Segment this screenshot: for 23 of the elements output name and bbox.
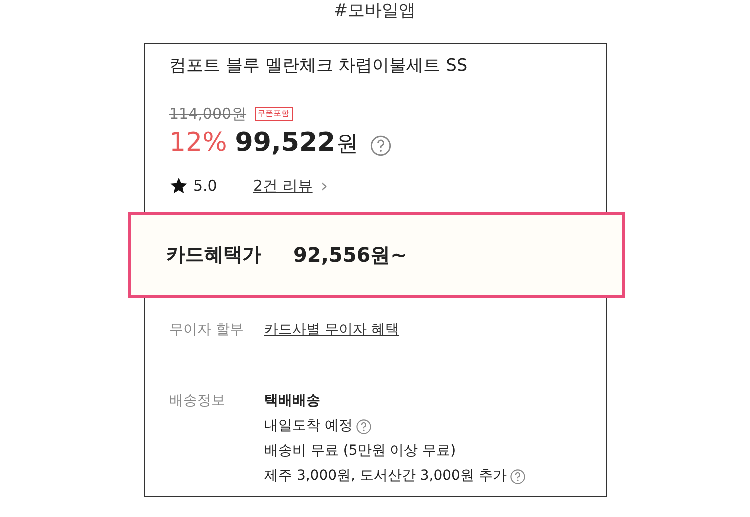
card-benefit-label: 카드혜택가 bbox=[166, 243, 262, 268]
help-icon[interactable] bbox=[370, 135, 392, 157]
star-icon bbox=[170, 177, 188, 195]
original-price: 114,000원 bbox=[170, 104, 247, 124]
delivery-info-text: 택배배송 bbox=[264, 392, 320, 411]
installment-link[interactable]: 카드사별 무이자 혜택 bbox=[264, 318, 400, 343]
installment-label: 무이자 할부 bbox=[170, 321, 245, 340]
delivery-info-text: 배송비 무료 (5만원 이상 무료) bbox=[264, 442, 456, 461]
rating-score: 5.0 bbox=[194, 177, 218, 195]
card-benefit-price: 92,556원~ bbox=[294, 242, 408, 268]
page-title: #모바일앱 bbox=[334, 0, 416, 23]
help-icon[interactable] bbox=[510, 468, 526, 484]
delivery-label: 배송정보 bbox=[170, 392, 226, 411]
delivery-info-text: 내일도착 예정 bbox=[264, 417, 353, 436]
product-name: 컴포트 블루 멜란체크 차렵이불세트 SS bbox=[170, 55, 469, 78]
currency-unit: 원 bbox=[336, 131, 359, 159]
coupon-badge: 쿠폰포함 bbox=[254, 107, 293, 121]
discount-rate: 12% bbox=[170, 128, 228, 158]
chevron-icon[interactable]: › bbox=[320, 176, 328, 196]
delivery-info-text: 제주 3,000원, 도서산간 3,000원 추가 bbox=[264, 467, 507, 486]
sale-price: 99,522 bbox=[235, 128, 336, 158]
help-icon[interactable] bbox=[356, 418, 372, 434]
review-link[interactable]: 2건 리뷰 bbox=[254, 176, 313, 196]
